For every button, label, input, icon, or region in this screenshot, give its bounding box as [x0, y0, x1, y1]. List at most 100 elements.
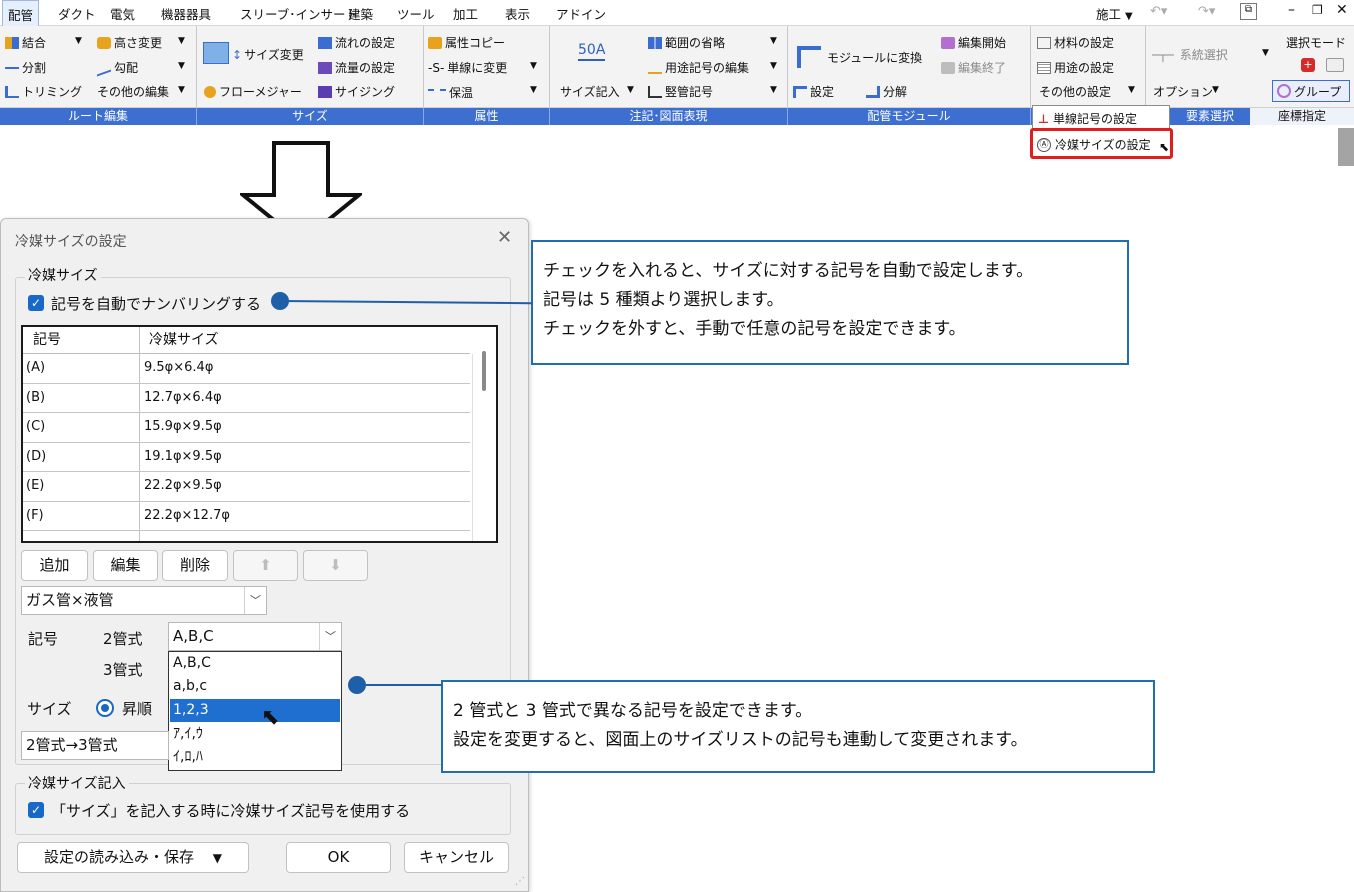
edit-end-button[interactable]: 編集終了	[941, 59, 1006, 76]
range-omit-button[interactable]: 範囲の省略	[648, 34, 725, 51]
use-symbol-checkbox[interactable]: ✓	[28, 802, 44, 818]
table-row[interactable]: (C) 15.9φ×9.5φ	[23, 413, 470, 443]
chevron-down-icon[interactable]: ▼	[770, 61, 777, 71]
conversion-combo[interactable]: 2管式→3管式	[21, 731, 169, 760]
dropdown-option[interactable]: ｱ,ｲ,ｳ	[170, 723, 340, 746]
chevron-down-icon[interactable]: ▼	[530, 61, 537, 71]
auto-number-checkbox[interactable]: ✓	[28, 295, 44, 311]
dropdown-option[interactable]: a,b,c	[170, 675, 340, 698]
slope-button[interactable]: 勾配	[97, 58, 138, 77]
chevron-down-icon[interactable]: ▼	[1262, 48, 1269, 58]
flow-rate-button[interactable]: 流量の設定	[318, 59, 395, 76]
move-down-button[interactable]: ⬇	[303, 550, 368, 581]
chevron-down-icon[interactable]: ▼	[1212, 85, 1219, 95]
menu-tab-processing[interactable]: 加工	[453, 4, 478, 23]
other-settings-button[interactable]: その他の設定	[1039, 83, 1111, 100]
table-row[interactable]: (A) 9.5φ×6.4φ	[23, 354, 470, 384]
system-select-button[interactable]: ─┬─ 系統選択	[1152, 46, 1228, 63]
flow-setting-button[interactable]: 流れの設定	[318, 34, 395, 51]
cancel-button[interactable]: キャンセル	[404, 842, 509, 873]
usage-symbol-edit-button[interactable]: 用途記号の編集	[648, 59, 749, 76]
load-save-button[interactable]: 設定の読み込み・保存 ▼	[17, 842, 249, 873]
table-scrollbar-thumb[interactable]	[482, 351, 486, 391]
sizing-button[interactable]: サイジング	[318, 83, 395, 100]
menu-tab-equipment[interactable]: 機器器具	[161, 4, 211, 23]
restore-icon[interactable]: ❐	[1312, 3, 1323, 17]
insulation-icon	[428, 89, 446, 101]
resize-grip-icon[interactable]: ⋰	[515, 876, 525, 887]
chevron-down-icon[interactable]: ▼	[178, 85, 185, 95]
insulation-button[interactable]: 保温	[428, 83, 473, 101]
menu-tab-sleeve[interactable]: スリーブ･インサート	[240, 4, 358, 23]
chevron-down-icon[interactable]: ▼	[178, 61, 185, 71]
window-arrange-icon[interactable]: ⧉	[1240, 3, 1257, 20]
two-pipe-combo[interactable]: A,B,C ﹀	[168, 622, 342, 651]
height-change-button[interactable]: 高さ変更	[97, 34, 162, 51]
table-row[interactable]: (E) 22.2φ×9.5φ	[23, 472, 470, 502]
option-button[interactable]: オプション	[1153, 83, 1213, 100]
dropdown-option-selected[interactable]: 1,2,3	[170, 699, 340, 722]
undo-icon[interactable]: ↶▾	[1150, 4, 1167, 19]
attribute-copy-button[interactable]: 属性コピー	[428, 34, 505, 51]
trimming-button[interactable]: トリミング	[5, 83, 82, 100]
size-change-button[interactable]: ↕ サイズ変更	[232, 46, 304, 63]
usage-setting-button[interactable]: 用途の設定	[1037, 59, 1114, 76]
dropdown-option[interactable]: ｲ,ﾛ,ﾊ	[170, 746, 340, 769]
pipe-type-combo[interactable]: ガス管×液管 ﹀	[21, 586, 267, 615]
popup-item-refrigerant-size[interactable]: Ⓐ 冷媒サイズの設定	[1037, 136, 1151, 153]
menu-tab-addin[interactable]: アドイン	[556, 4, 606, 23]
table-row[interactable]: (F) 22.2φ×12.7φ	[23, 502, 470, 531]
popup-item-refrigerant-highlight[interactable]: Ⓐ 冷媒サイズの設定 ⬉	[1030, 128, 1173, 159]
delete-button[interactable]: 削除	[162, 550, 228, 581]
minimize-icon[interactable]: –	[1288, 2, 1295, 18]
group-label-module: 配管モジュール	[867, 109, 951, 123]
single-line-button[interactable]: -S- 単線に変更	[428, 59, 507, 76]
move-up-button[interactable]: ⬆	[233, 550, 298, 581]
ok-button[interactable]: OK	[286, 842, 391, 873]
module-explode-button[interactable]: 分解	[866, 83, 907, 100]
chevron-down-icon[interactable]: ▼	[1128, 85, 1135, 95]
dropdown-option[interactable]: A,B,C	[170, 652, 340, 675]
split-button[interactable]: 分割	[5, 59, 46, 76]
table-row[interactable]: (B) 12.7φ×6.4φ	[23, 384, 470, 413]
chevron-down-icon[interactable]: ▼	[75, 36, 82, 46]
module-setting-button[interactable]: 設定	[793, 83, 834, 100]
popup-item-single-line[interactable]: ⊥ 単線記号の設定	[1038, 110, 1137, 127]
close-icon[interactable]: ✕	[497, 227, 512, 248]
chevron-down-icon[interactable]: ▼	[627, 85, 634, 95]
redo-icon[interactable]: ↷▾	[1198, 4, 1215, 19]
edit-start-button[interactable]: 編集開始	[941, 34, 1006, 51]
select-mode-button[interactable]: 選択モード	[1286, 34, 1346, 51]
flow-measure-button[interactable]: フローメジャー	[204, 83, 302, 100]
ascending-radio[interactable]	[96, 699, 114, 717]
add-select-icon[interactable]: +	[1301, 58, 1315, 72]
remove-select-icon[interactable]	[1326, 58, 1344, 72]
menu-tab-tool[interactable]: ツール	[397, 4, 435, 23]
group-button[interactable]: グループ	[1272, 80, 1350, 102]
material-setting-button[interactable]: 材料の設定	[1037, 34, 1114, 51]
ribbon: 結合 ▼ 分割 トリミング 高さ変更 ▼ 勾配 ▼ その他の編集 ▼ ↕ サイズ変…	[0, 26, 1354, 108]
join-button[interactable]: 結合	[5, 34, 46, 51]
cursor-icon: ⬉	[1159, 140, 1170, 154]
table-row[interactable]: (D) 19.1φ×9.5φ	[23, 443, 470, 472]
menu-tab-duct[interactable]: ダクト	[58, 4, 96, 23]
convert-module-button[interactable]: モジュールに変換	[797, 46, 922, 68]
menu-tab-electric[interactable]: 電気	[110, 4, 135, 23]
three-pipe-label: 3管式	[103, 661, 143, 679]
chevron-down-icon[interactable]: ▼	[530, 85, 537, 95]
two-pipe-value: A,B,C	[173, 627, 214, 645]
menu-tab-view[interactable]: 表示	[505, 4, 530, 23]
close-window-icon[interactable]: ✕	[1336, 2, 1348, 18]
chevron-down-icon[interactable]: ▼	[178, 36, 185, 46]
vertical-pipe-symbol-button[interactable]: 竪管記号	[648, 83, 713, 100]
chevron-down-icon[interactable]: ▼	[770, 85, 777, 95]
menu-tab-piping[interactable]: 配管	[2, 0, 40, 27]
other-edit-button[interactable]: その他の編集	[97, 83, 169, 100]
mode-select[interactable]: 施工 ▼	[1096, 4, 1133, 23]
size-entry-button[interactable]: サイズ記入	[560, 83, 620, 100]
add-button[interactable]: 追加	[21, 550, 88, 581]
side-panel-tab[interactable]	[1338, 128, 1354, 166]
menu-tab-architecture[interactable]: 建築	[348, 4, 373, 23]
chevron-down-icon[interactable]: ▼	[770, 36, 777, 46]
edit-button[interactable]: 編集	[93, 550, 158, 581]
